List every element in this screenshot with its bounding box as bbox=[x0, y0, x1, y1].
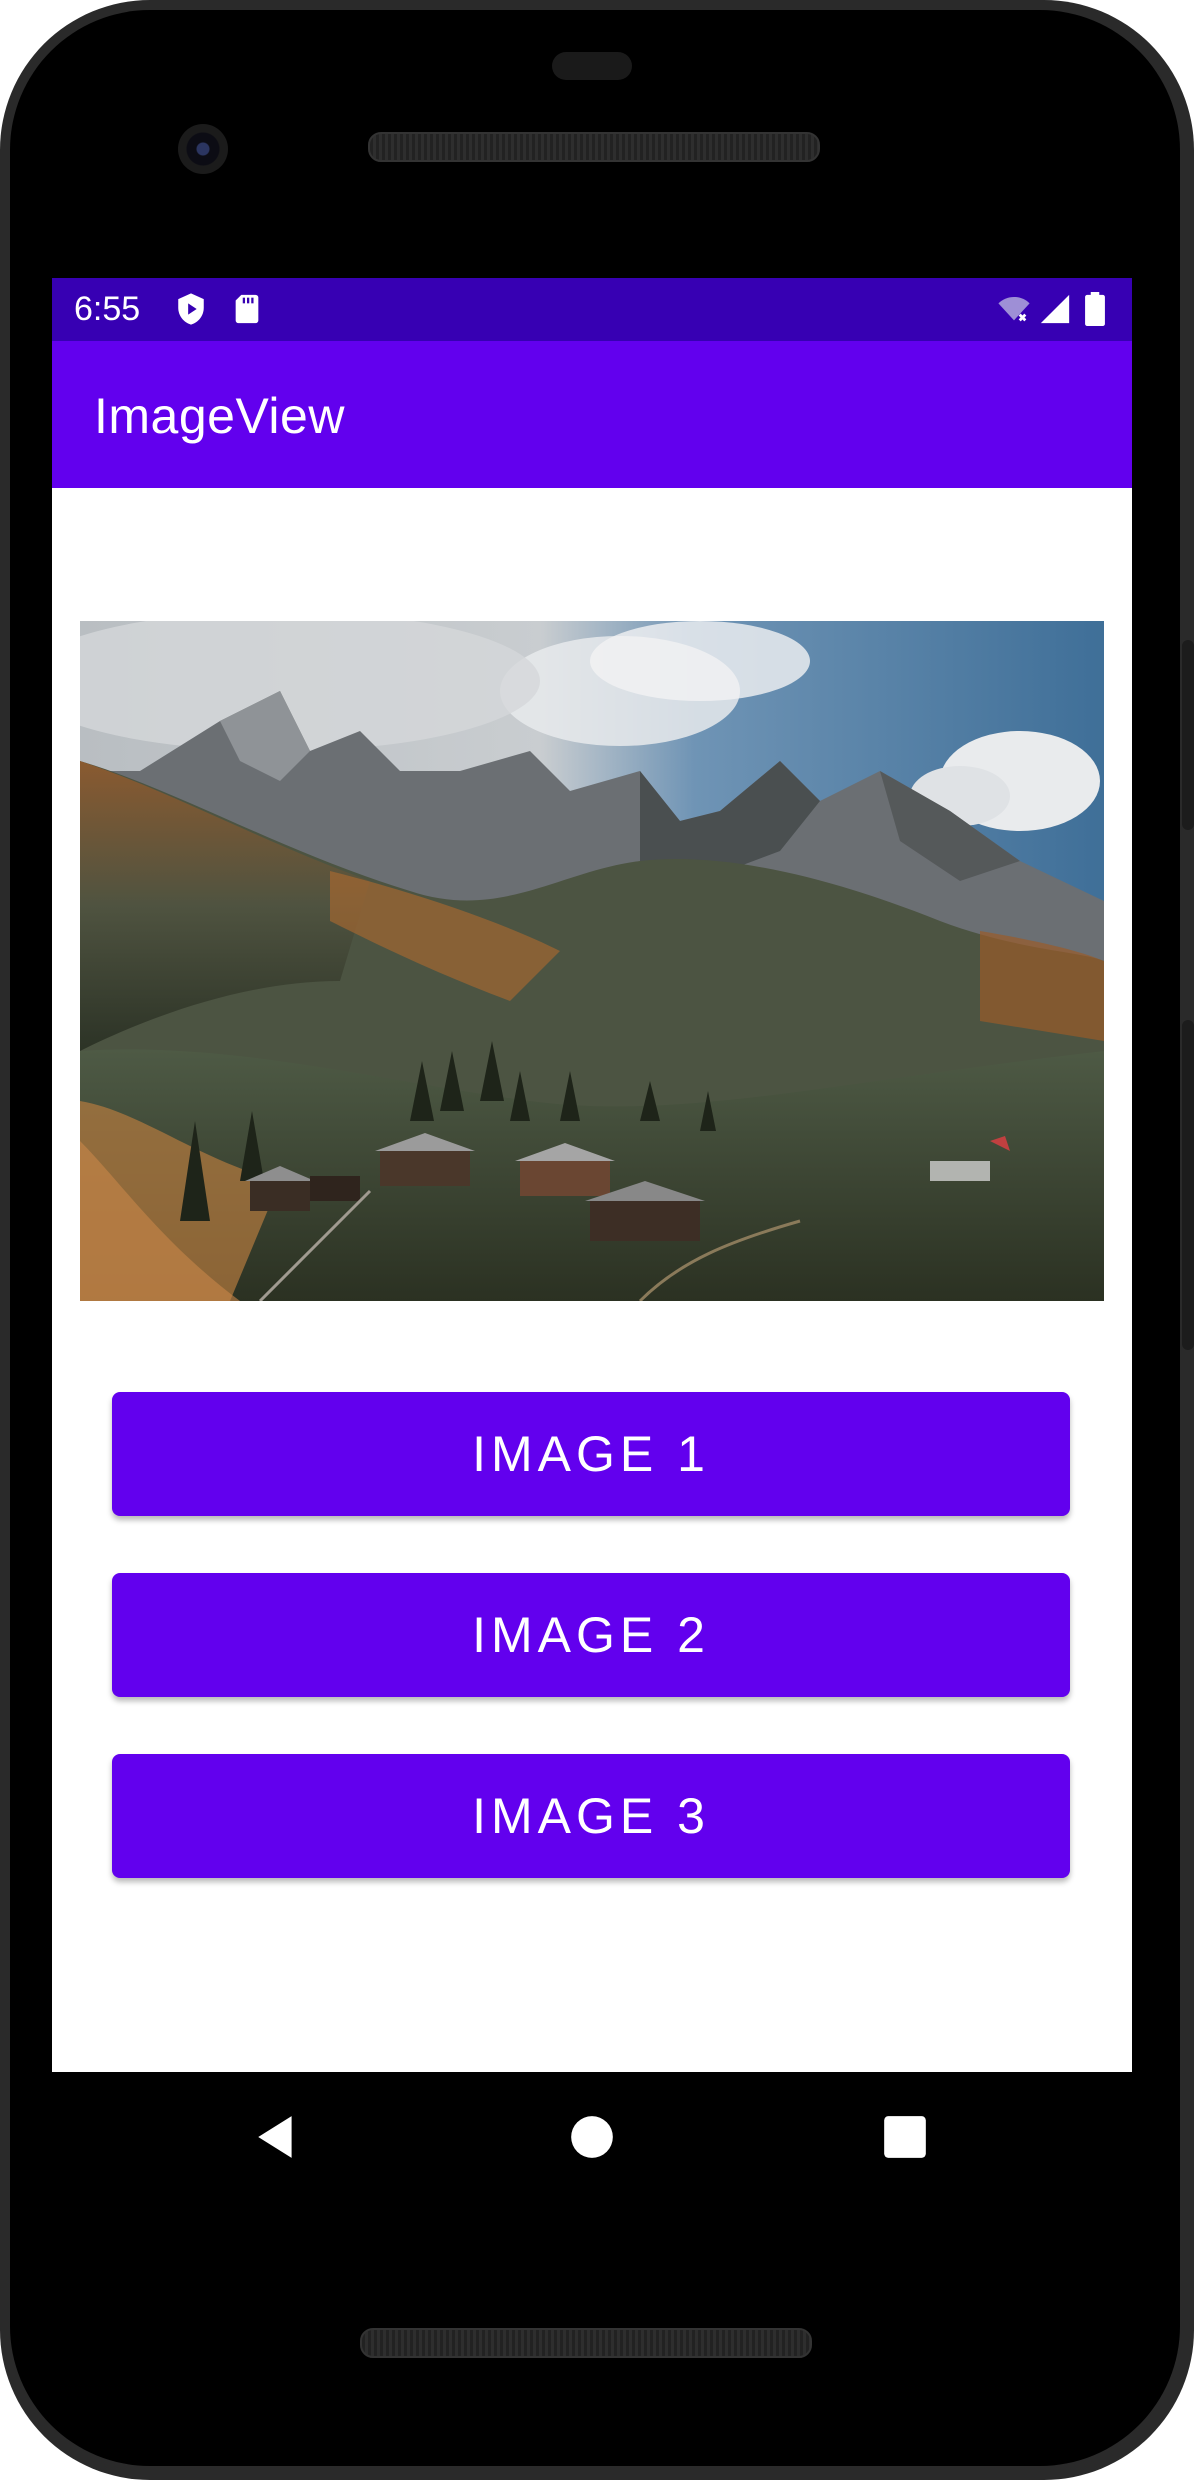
signal-icon bbox=[1040, 294, 1070, 324]
status-bar: 6:55 bbox=[52, 278, 1132, 341]
earpiece bbox=[552, 52, 632, 80]
navigation-bar bbox=[52, 2072, 1132, 2202]
image-2-button[interactable]: IMAGE 2 bbox=[112, 1573, 1070, 1697]
volume-button bbox=[1182, 1020, 1194, 1350]
image-3-button[interactable]: IMAGE 3 bbox=[112, 1754, 1070, 1878]
home-icon[interactable] bbox=[567, 2112, 617, 2162]
app-bar: ImageView bbox=[52, 341, 1132, 488]
screen: 6:55 ImageView IMAGE 1 IMAGE 2 IMAGE 3 bbox=[52, 278, 1132, 2072]
power-button bbox=[1182, 640, 1194, 830]
sd-card-icon bbox=[235, 294, 259, 324]
wifi-off-icon bbox=[998, 296, 1030, 322]
top-speaker-grille bbox=[368, 132, 820, 162]
recents-icon[interactable] bbox=[880, 2112, 930, 2162]
status-time: 6:55 bbox=[74, 290, 141, 328]
shield-play-icon bbox=[178, 293, 204, 325]
back-icon[interactable] bbox=[252, 2112, 302, 2162]
image-1-button[interactable]: IMAGE 1 bbox=[112, 1392, 1070, 1516]
image-2-button-label: IMAGE 2 bbox=[472, 1607, 710, 1663]
image-1-button-label: IMAGE 1 bbox=[472, 1426, 710, 1482]
bottom-speaker-grille bbox=[360, 2328, 812, 2358]
app-title: ImageView bbox=[94, 388, 345, 444]
image-3-button-label: IMAGE 3 bbox=[472, 1788, 710, 1844]
phone-frame: 6:55 ImageView IMAGE 1 IMAGE 2 IMAGE 3 bbox=[0, 0, 1194, 2480]
landscape-image bbox=[80, 621, 1104, 1301]
battery-icon bbox=[1085, 292, 1105, 326]
front-camera bbox=[178, 124, 228, 174]
image-view bbox=[80, 621, 1104, 1301]
